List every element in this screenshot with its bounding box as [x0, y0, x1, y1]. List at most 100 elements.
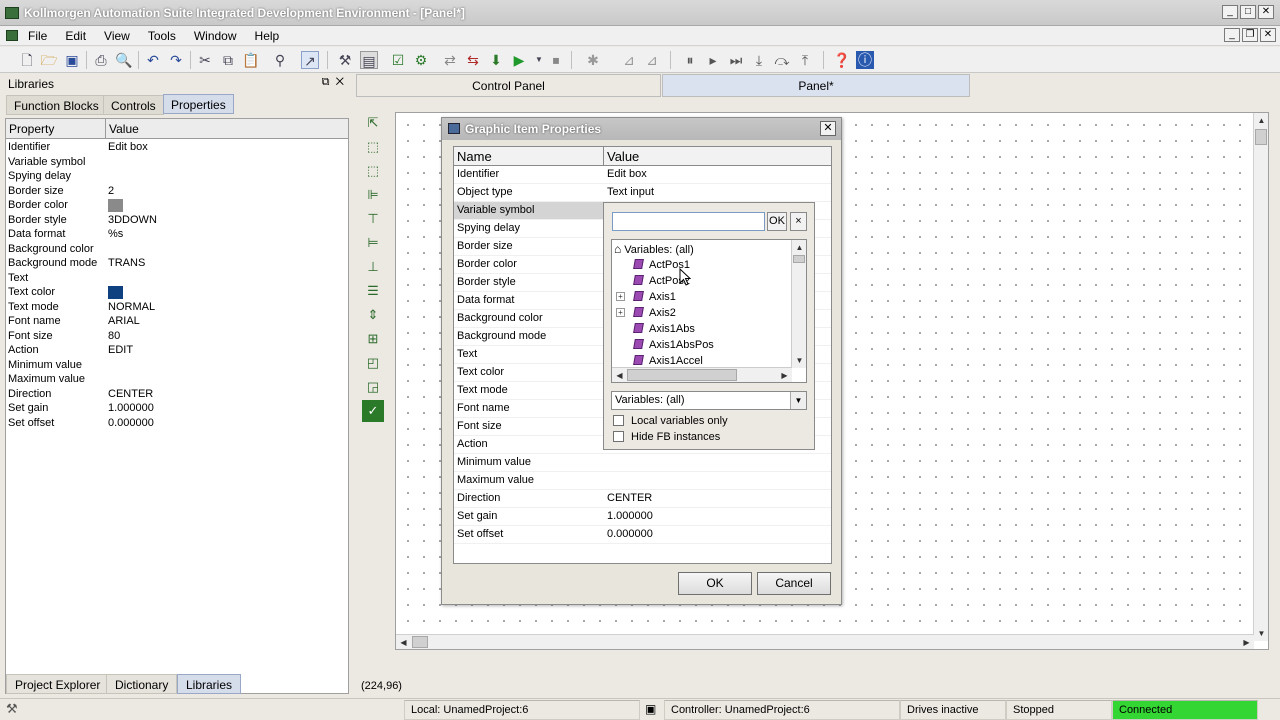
cut-icon[interactable]: ✂: [196, 51, 214, 69]
property-value[interactable]: 80: [106, 329, 120, 344]
tree-scroll-thumb-h[interactable]: [627, 369, 737, 381]
scroll-down-icon[interactable]: ▼: [1254, 626, 1269, 641]
select-tool-icon[interactable]: ⬚: [362, 160, 384, 182]
run-icon[interactable]: ▶: [510, 51, 528, 69]
close-button[interactable]: ✕: [1258, 5, 1274, 19]
redo-icon[interactable]: ↷: [167, 51, 185, 69]
variable-search-input[interactable]: [612, 212, 765, 231]
align-left-icon[interactable]: ⊫: [362, 184, 384, 206]
tree-root[interactable]: ⌂ Variables: (all): [614, 241, 694, 257]
property-value[interactable]: [106, 271, 108, 286]
col-name[interactable]: Name: [454, 147, 604, 165]
tree-scroll-right-icon[interactable]: ▶: [777, 368, 792, 382]
align-center-icon[interactable]: ⊤: [362, 208, 384, 230]
scroll-left-icon[interactable]: ◀: [396, 635, 411, 650]
status-tool-icon[interactable]: ⚒: [6, 701, 18, 717]
fast-forward-icon[interactable]: ⏭: [727, 51, 745, 69]
color-swatch[interactable]: [108, 198, 123, 212]
dialog-property-row[interactable]: Minimum value: [454, 454, 831, 472]
ok-button[interactable]: OK: [678, 572, 752, 595]
local-variables-only-checkbox[interactable]: Local variables only: [613, 415, 728, 427]
dialog-property-row[interactable]: Set gain 1.000000: [454, 508, 831, 526]
menu-tools[interactable]: Tools: [148, 29, 185, 43]
property-row[interactable]: Background color: [6, 242, 348, 257]
copy-icon[interactable]: ⧉: [219, 51, 237, 69]
doc-minimize-button[interactable]: _: [1224, 28, 1240, 42]
dialog-property-row[interactable]: Identifier Edit box: [454, 166, 831, 184]
dialog-property-row[interactable]: Direction CENTER: [454, 490, 831, 508]
scroll-thumb-v[interactable]: [1255, 129, 1267, 145]
step-into-icon[interactable]: ⤓: [750, 51, 768, 69]
dialog-title-bar[interactable]: Graphic Item Properties ✕: [442, 118, 841, 140]
doc-restore-button[interactable]: ❐: [1242, 28, 1258, 42]
variable-tree[interactable]: ⌂ Variables: (all) ActPos1 ActPos2 + Axis1 + A…: [611, 239, 807, 383]
step-over-icon[interactable]: ⤼: [773, 51, 791, 69]
vertical-scrollbar[interactable]: ▲ ▼: [1253, 113, 1268, 641]
property-value[interactable]: NORMAL: [106, 300, 155, 315]
tree-expand-icon[interactable]: +: [616, 292, 625, 301]
property-row[interactable]: Spying delay: [6, 169, 348, 184]
menu-view[interactable]: View: [104, 29, 139, 43]
tree-scroll-left-icon[interactable]: ◀: [612, 368, 627, 382]
menu-help[interactable]: Help: [255, 29, 289, 43]
property-row[interactable]: Background mode TRANS: [6, 256, 348, 271]
download-icon[interactable]: ⬇: [487, 51, 505, 69]
property-value[interactable]: [106, 169, 108, 184]
doc-close-button[interactable]: ✕: [1260, 28, 1276, 42]
dialog-property-value[interactable]: Edit box: [604, 166, 647, 183]
tree-variable-item[interactable]: Axis1: [633, 289, 676, 305]
send-back-icon[interactable]: ◲: [362, 376, 384, 398]
tree-scroll-thumb-v[interactable]: [793, 255, 805, 263]
maximize-button[interactable]: □: [1240, 5, 1256, 19]
bring-front-icon[interactable]: ◰: [362, 352, 384, 374]
property-value[interactable]: [106, 242, 108, 257]
property-row[interactable]: Border style 3DDOWN: [6, 213, 348, 228]
tab-function-blocks[interactable]: Function Blocks: [6, 95, 107, 115]
property-row[interactable]: Direction CENTER: [6, 387, 348, 402]
find-icon[interactable]: ⚲: [271, 51, 289, 69]
property-row[interactable]: Border color: [6, 198, 348, 213]
property-value[interactable]: [106, 155, 108, 170]
pause-icon[interactable]: ⏸: [681, 51, 699, 69]
disconnect-icon[interactable]: ⇆: [464, 51, 482, 69]
property-value[interactable]: [106, 372, 108, 387]
property-value[interactable]: [106, 285, 123, 300]
property-row[interactable]: Set gain 1.000000: [6, 401, 348, 416]
about-icon[interactable]: ⓘ: [856, 51, 874, 69]
property-row[interactable]: Text mode NORMAL: [6, 300, 348, 315]
dialog-property-value[interactable]: 0.000000: [604, 526, 653, 543]
float-panel-icon[interactable]: ⧉: [322, 76, 330, 88]
cancel-button[interactable]: Cancel: [757, 572, 831, 595]
tree-variable-item[interactable]: Axis1Abs: [633, 321, 695, 337]
property-value[interactable]: CENTER: [106, 387, 153, 402]
space-vertical-icon[interactable]: ☰: [362, 280, 384, 302]
save-icon[interactable]: ▣: [63, 51, 81, 69]
tab-libraries[interactable]: Libraries: [177, 674, 242, 694]
tree-variable-item[interactable]: Axis2: [633, 305, 676, 321]
tree-horizontal-scrollbar[interactable]: ◀ ▶: [612, 367, 792, 382]
pointer-tool-icon[interactable]: ⇱: [362, 112, 384, 134]
property-row[interactable]: Font size 80: [6, 329, 348, 344]
tab-panel[interactable]: Panel*: [662, 74, 970, 97]
tab-control-panel[interactable]: Control Panel: [356, 74, 661, 97]
minimize-button[interactable]: _: [1222, 5, 1238, 19]
dialog-property-value[interactable]: [604, 472, 607, 489]
property-row[interactable]: Maximum value: [6, 372, 348, 387]
play-icon[interactable]: ▸: [704, 51, 722, 69]
variable-filter-select[interactable]: Variables: (all) ▼: [611, 391, 807, 410]
tree-vertical-scrollbar[interactable]: ▲ ▼: [791, 240, 806, 368]
run-dropdown-icon[interactable]: ▼: [530, 51, 548, 69]
property-value[interactable]: 0.000000: [106, 416, 154, 431]
property-value[interactable]: TRANS: [106, 256, 145, 271]
property-row[interactable]: Text color: [6, 285, 348, 300]
property-row[interactable]: Data format %s: [6, 227, 348, 242]
tab-controls[interactable]: Controls: [103, 95, 164, 115]
tab-project-explorer[interactable]: Project Explorer: [6, 674, 110, 694]
menu-file[interactable]: File: [28, 29, 56, 43]
open-icon[interactable]: 🗁: [40, 51, 58, 69]
connect-icon[interactable]: ⇄: [441, 51, 459, 69]
tab-properties[interactable]: Properties: [163, 94, 234, 114]
dialog-property-value[interactable]: Text input: [604, 184, 654, 201]
property-row[interactable]: Border size 2: [6, 184, 348, 199]
print-preview-icon[interactable]: 🔍: [115, 51, 133, 69]
